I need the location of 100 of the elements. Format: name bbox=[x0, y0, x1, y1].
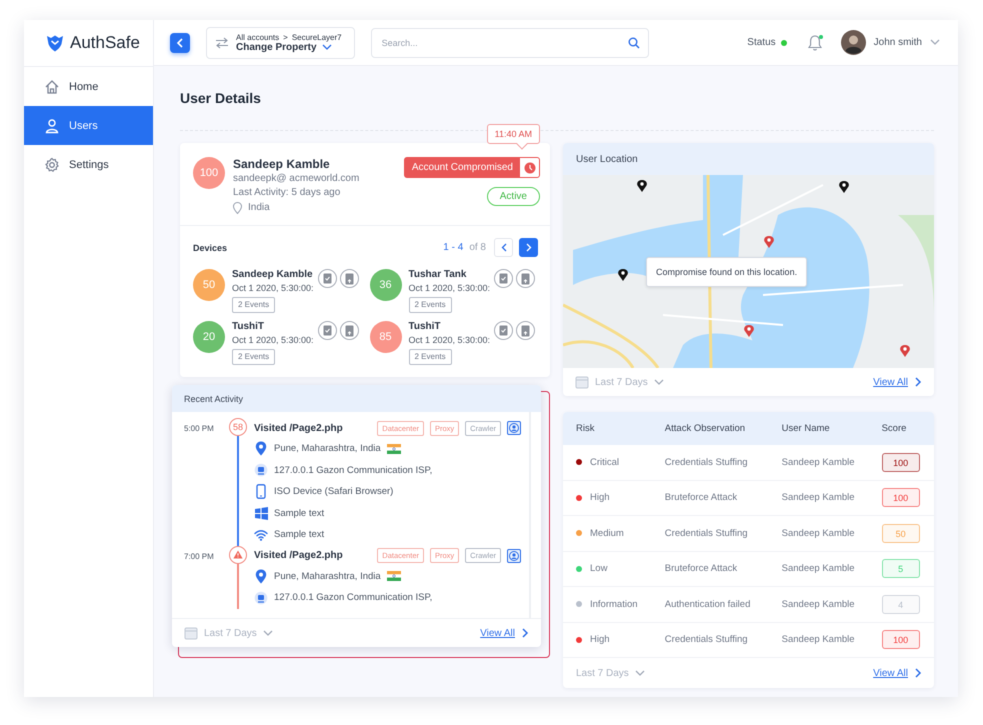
table-cell: Bruteforce Attack bbox=[664, 551, 781, 586]
score-badge: 100 bbox=[882, 488, 920, 508]
user-icon bbox=[44, 118, 60, 134]
score-badge: 58 bbox=[229, 418, 247, 436]
status-label: Status bbox=[747, 37, 776, 48]
network-icon bbox=[254, 463, 268, 478]
device-check-button[interactable] bbox=[494, 321, 514, 340]
clipboard-check-icon bbox=[499, 273, 508, 284]
risk-level: High bbox=[590, 492, 610, 504]
time-tooltip: 11:40 AM bbox=[486, 124, 540, 149]
clipboard-check-icon bbox=[499, 325, 508, 336]
score-circle: 50 bbox=[193, 269, 225, 301]
avatar-icon bbox=[840, 30, 866, 55]
table-cell: Sandeep Kamble bbox=[780, 445, 881, 480]
view-all-link[interactable]: View All bbox=[480, 628, 515, 638]
view-all-link[interactable]: View All bbox=[873, 376, 908, 388]
breadcrumb-parent: All accounts bbox=[236, 32, 280, 42]
swap-arrows-icon bbox=[215, 36, 229, 48]
previous-page-button[interactable] bbox=[494, 238, 513, 257]
column-header: Score bbox=[880, 412, 934, 445]
account-switcher[interactable]: All accounts > SecureLayer7 Change Property bbox=[206, 26, 355, 58]
bell-icon bbox=[806, 34, 823, 52]
card-title: User Location bbox=[576, 154, 638, 164]
brand-name: AuthSafe bbox=[70, 33, 140, 53]
device-upload-icon bbox=[344, 272, 354, 284]
score-badge: 5 bbox=[882, 559, 920, 578]
table-cell: Sandeep Kamble bbox=[780, 551, 881, 586]
india-flag-icon bbox=[386, 571, 401, 582]
chevron-right-icon bbox=[914, 377, 922, 387]
breadcrumb-child: SecureLayer7 bbox=[292, 32, 342, 42]
device-timestamp: Oct 1 2020, 5:30:00: bbox=[408, 282, 490, 294]
chevron-down-icon bbox=[634, 670, 645, 676]
events-tag: 2 Events bbox=[232, 297, 276, 313]
chevron-down-icon bbox=[930, 39, 940, 46]
device-timestamp: Oct 1 2020, 5:30:00: bbox=[232, 334, 314, 346]
device-check-button[interactable] bbox=[494, 269, 514, 288]
clipboard-check-icon bbox=[322, 273, 332, 284]
table-cell: Sandeep Kamble bbox=[780, 586, 881, 622]
table-cell: Credentials Stuffing bbox=[664, 445, 781, 480]
table-cell: Bruteforce Attack bbox=[664, 480, 781, 516]
device-user-name: TushiT bbox=[232, 321, 266, 333]
device-export-button[interactable] bbox=[516, 269, 536, 288]
page-total: of 8 bbox=[469, 242, 486, 253]
device-export-button[interactable] bbox=[516, 321, 536, 340]
table-cell: Credentials Stuffing bbox=[664, 516, 781, 551]
table-cell: Authentication failed bbox=[664, 586, 781, 622]
last-activity: Last Activity: 5 days ago bbox=[233, 186, 342, 200]
device-user-name: Tushar Tank bbox=[408, 269, 468, 281]
device-export-button[interactable] bbox=[340, 269, 359, 288]
device-check-button[interactable] bbox=[318, 321, 337, 340]
calendar-icon bbox=[184, 626, 198, 640]
event-title: Visited /Page2.php bbox=[254, 550, 343, 561]
column-header: Attack Observation bbox=[664, 412, 781, 445]
user-country: India bbox=[248, 201, 270, 215]
chevron-left-icon bbox=[500, 243, 506, 252]
user-profile-button[interactable] bbox=[507, 421, 521, 435]
table-cell: Sandeep Kamble bbox=[780, 622, 881, 658]
device-upload-icon bbox=[344, 324, 354, 336]
card-title: Recent Activity bbox=[184, 394, 244, 404]
clock-icon bbox=[524, 162, 536, 174]
risk-level: Low bbox=[590, 563, 608, 574]
sidebar-item[interactable]: Users bbox=[24, 106, 153, 145]
user-profile-button[interactable] bbox=[507, 548, 521, 562]
event-title: Visited /Page2.php bbox=[254, 422, 343, 434]
score-badge: 50 bbox=[882, 524, 920, 543]
score-circle: 20 bbox=[193, 321, 225, 353]
device-export-button[interactable] bbox=[340, 321, 359, 340]
device-check-button[interactable] bbox=[318, 269, 337, 288]
user-email: sandeepk@ acmeworld.com bbox=[233, 172, 360, 186]
chevron-right-icon bbox=[914, 668, 922, 678]
risk-level: High bbox=[590, 634, 610, 646]
activity-detail: Pune, Maharashtra, India bbox=[274, 443, 381, 454]
map-tooltip: Compromise found on this location. bbox=[646, 257, 808, 287]
table-cell: Sandeep Kamble bbox=[780, 480, 881, 516]
device-timestamp: Oct 1 2020, 5:30:00: bbox=[408, 334, 490, 346]
risk-level: Critical bbox=[590, 456, 620, 468]
sidebar-item[interactable]: Home bbox=[24, 67, 153, 106]
search-icon bbox=[628, 36, 640, 48]
user-name: Sandeep Kamble bbox=[233, 157, 331, 172]
chevron-down-icon bbox=[262, 630, 273, 636]
warning-icon bbox=[233, 550, 243, 559]
device-user-name: TushiT bbox=[408, 321, 442, 333]
chevron-right-icon bbox=[526, 243, 532, 252]
column-header: Risk bbox=[563, 412, 664, 445]
view-all-link[interactable]: View All bbox=[873, 668, 908, 678]
breadcrumb-separator: > bbox=[283, 32, 288, 42]
location-pin-icon bbox=[255, 441, 267, 456]
devices-title: Devices bbox=[193, 242, 228, 252]
table-cell: Credentials Stuffing bbox=[664, 622, 781, 658]
chevron-right-icon bbox=[521, 628, 529, 638]
wifi-icon bbox=[254, 528, 268, 541]
chevron-down-icon bbox=[654, 378, 664, 386]
activity-detail: Sample text bbox=[274, 508, 324, 519]
score-badge: 4 bbox=[882, 594, 920, 614]
search-field[interactable]: Search... bbox=[370, 28, 649, 58]
activity-detail: Pune, Maharashtra, India bbox=[274, 570, 381, 582]
sidebar-item[interactable]: Settings bbox=[24, 145, 153, 184]
next-page-button[interactable] bbox=[519, 238, 538, 257]
collapse-sidebar-button[interactable] bbox=[170, 32, 190, 52]
user-menu[interactable]: John smith bbox=[840, 30, 940, 55]
